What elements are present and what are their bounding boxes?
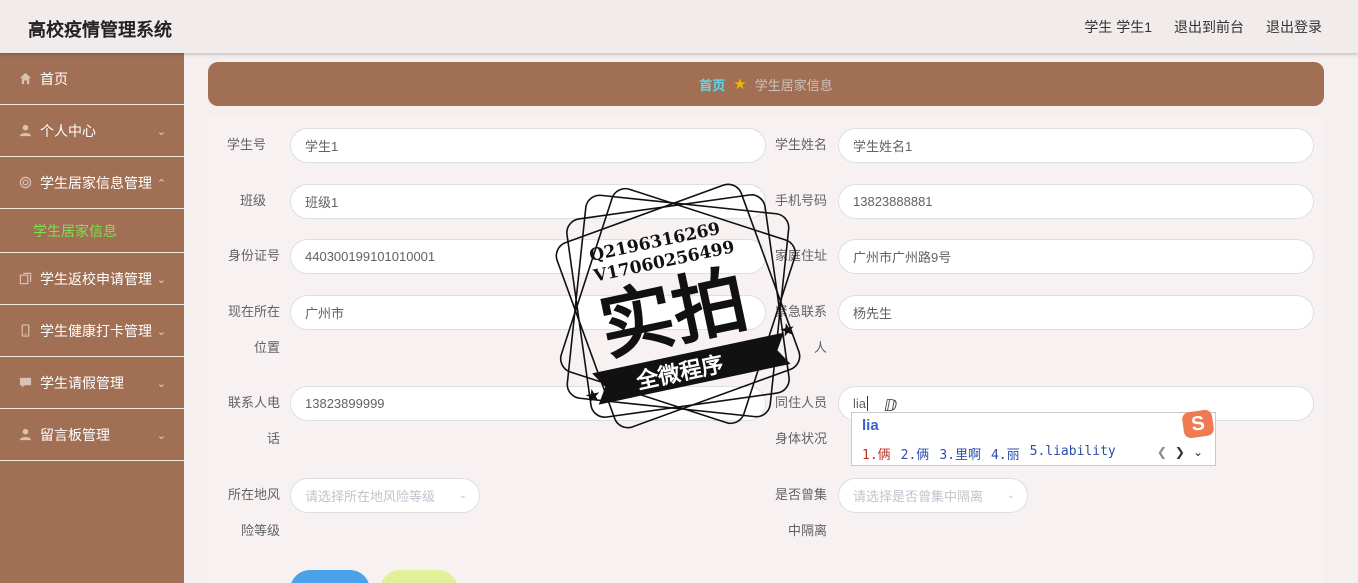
sidebar-item-label: 学生返校申请管理 [40, 270, 152, 287]
chevron-down-icon: ⌄ [156, 326, 166, 338]
ime-composition: lia [862, 417, 879, 434]
app-title: 高校疫情管理系统 [28, 20, 172, 40]
sidebar-item-leave[interactable]: 学生请假管理 ⌄ [0, 357, 184, 409]
ime-candidate[interactable]: 4.丽 [991, 444, 1020, 463]
logout-link[interactable]: 退出登录 [1266, 17, 1322, 37]
sidebar-item-personal[interactable]: 个人中心 ⌄ [0, 105, 184, 157]
sidebar: 首页 个人中心 ⌄ 学生居家信息管理 ⌃ 学生居家信息 学生返校申请管理 ⌄ 学… [0, 53, 184, 583]
ime-candidate-list: 1.俩 2.俩 3.里啊 4.丽 5.liability [862, 444, 1116, 463]
ime-logo-icon: S [1181, 409, 1215, 439]
sidebar-item-label: 留言板管理 [40, 426, 110, 443]
chevron-up-icon: ⌃ [156, 178, 166, 190]
app-header: 高校疫情管理系统 学生 学生1 退出到前台 退出登录 [0, 0, 1358, 53]
sidebar-item-label: 学生请假管理 [40, 374, 124, 391]
back-to-front-link[interactable]: 退出到前台 [1174, 17, 1244, 37]
sidebar-item-label: 首页 [40, 70, 68, 87]
ime-candidate-window: lia 1.俩 2.俩 3.里啊 4.丽 5.liability ❮ ❯ ⌄ S [851, 409, 1216, 466]
ime-candidate[interactable]: 1.俩 [862, 444, 891, 463]
class-label: 班级 [239, 193, 266, 208]
chevron-down-icon: ⌄ [156, 126, 166, 138]
svg-text:★: ★ [777, 318, 797, 341]
quarantine-select[interactable]: 请选择是否曾集中隔离 ⌄ [838, 478, 1028, 513]
ime-candidate[interactable]: 3.里啊 [939, 444, 981, 463]
student-no-input[interactable]: 学生1 [290, 128, 766, 163]
sidebar-item-home-info[interactable]: 学生居家信息管理 ⌃ [0, 157, 184, 209]
submit-button[interactable] [290, 570, 370, 583]
risk-label-line1: 所在地风 [227, 487, 280, 502]
chevron-right-icon[interactable]: ❯ [1175, 445, 1185, 459]
sidebar-subitem-home-info[interactable]: 学生居家信息 [0, 209, 184, 253]
ime-page-nav: ❮ ❯ ⌄ [1157, 445, 1203, 459]
star-icon: ★ [733, 76, 747, 93]
sidebar-item-home[interactable]: 首页 [0, 53, 184, 105]
current-user-label: 学生 学生1 [1084, 19, 1152, 35]
quarantine-label-line2: 中隔离 [787, 523, 827, 538]
circle-icon [18, 176, 32, 190]
cancel-button[interactable] [380, 570, 458, 583]
risk-level-placeholder: 请选择所在地风险等级 [305, 489, 436, 504]
sidebar-item-label: 学生居家信息管理 [40, 174, 152, 191]
contact-phone-label-line1: 联系人电 [227, 395, 280, 410]
ime-candidate[interactable]: 2.俩 [901, 444, 930, 463]
student-name-label: 学生姓名 [774, 137, 827, 152]
quarantine-placeholder: 请选择是否曾集中隔离 [853, 489, 984, 504]
student-name-input[interactable]: 学生姓名1 [838, 128, 1314, 163]
location-label-line2: 位置 [253, 340, 280, 355]
location-label-line1: 现在所在 [227, 304, 280, 319]
contact-phone-label-line2: 话 [266, 431, 280, 446]
sidebar-item-return[interactable]: 学生返校申请管理 ⌄ [0, 253, 184, 305]
text-caret [867, 396, 869, 411]
ime-candidate[interactable]: 5.liability [1030, 444, 1116, 463]
sidebar-item-health[interactable]: 学生健康打卡管理 ⌄ [0, 305, 184, 357]
chevron-down-icon: ⌄ [156, 430, 166, 442]
address-input[interactable]: 广州市广州路9号 [838, 239, 1314, 274]
user-icon [18, 124, 32, 138]
user-icon [18, 428, 32, 442]
breadcrumb: 首页 ★ 学生居家信息 [208, 62, 1324, 106]
quarantine-label-line1: 是否曾集 [774, 487, 827, 502]
cohabitant-value: lia [853, 396, 867, 411]
sidebar-item-message[interactable]: 留言板管理 ⌄ [0, 409, 184, 461]
student-no-label: 学生号 [226, 137, 266, 152]
emergency-input[interactable]: 杨先生 [838, 295, 1314, 330]
chevron-left-icon[interactable]: ❮ [1157, 445, 1167, 459]
sidebar-item-label: 学生健康打卡管理 [40, 322, 152, 339]
copy-icon [18, 272, 32, 286]
id-card-label: 身份证号 [227, 248, 280, 263]
phone-input[interactable]: 13823888881 [838, 184, 1314, 219]
risk-label-line2: 险等级 [240, 523, 280, 538]
chevron-down-icon: ⌄ [1006, 490, 1015, 501]
chevron-down-icon: ⌄ [156, 274, 166, 286]
watermark-stamp: Q2196316269 V17060256499 实拍 全微程序 ★ ★ [555, 183, 801, 429]
risk-level-select[interactable]: 请选择所在地风险等级 ⌄ [290, 478, 480, 513]
chevron-down-icon: ⌄ [156, 378, 166, 390]
phone-icon [18, 324, 32, 338]
header-nav: 学生 学生1 退出到前台 退出登录 [1084, 17, 1322, 37]
chevron-down-icon[interactable]: ⌄ [1193, 445, 1203, 459]
chat-icon [18, 376, 32, 390]
breadcrumb-current: 学生居家信息 [754, 77, 833, 93]
svg-text:★: ★ [583, 384, 603, 407]
text-cursor-icon: ⅅ [884, 398, 898, 415]
sidebar-item-label: 个人中心 [40, 122, 96, 139]
home-icon [18, 72, 32, 86]
chevron-down-icon: ⌄ [458, 490, 467, 501]
breadcrumb-home[interactable]: 首页 [699, 75, 725, 94]
